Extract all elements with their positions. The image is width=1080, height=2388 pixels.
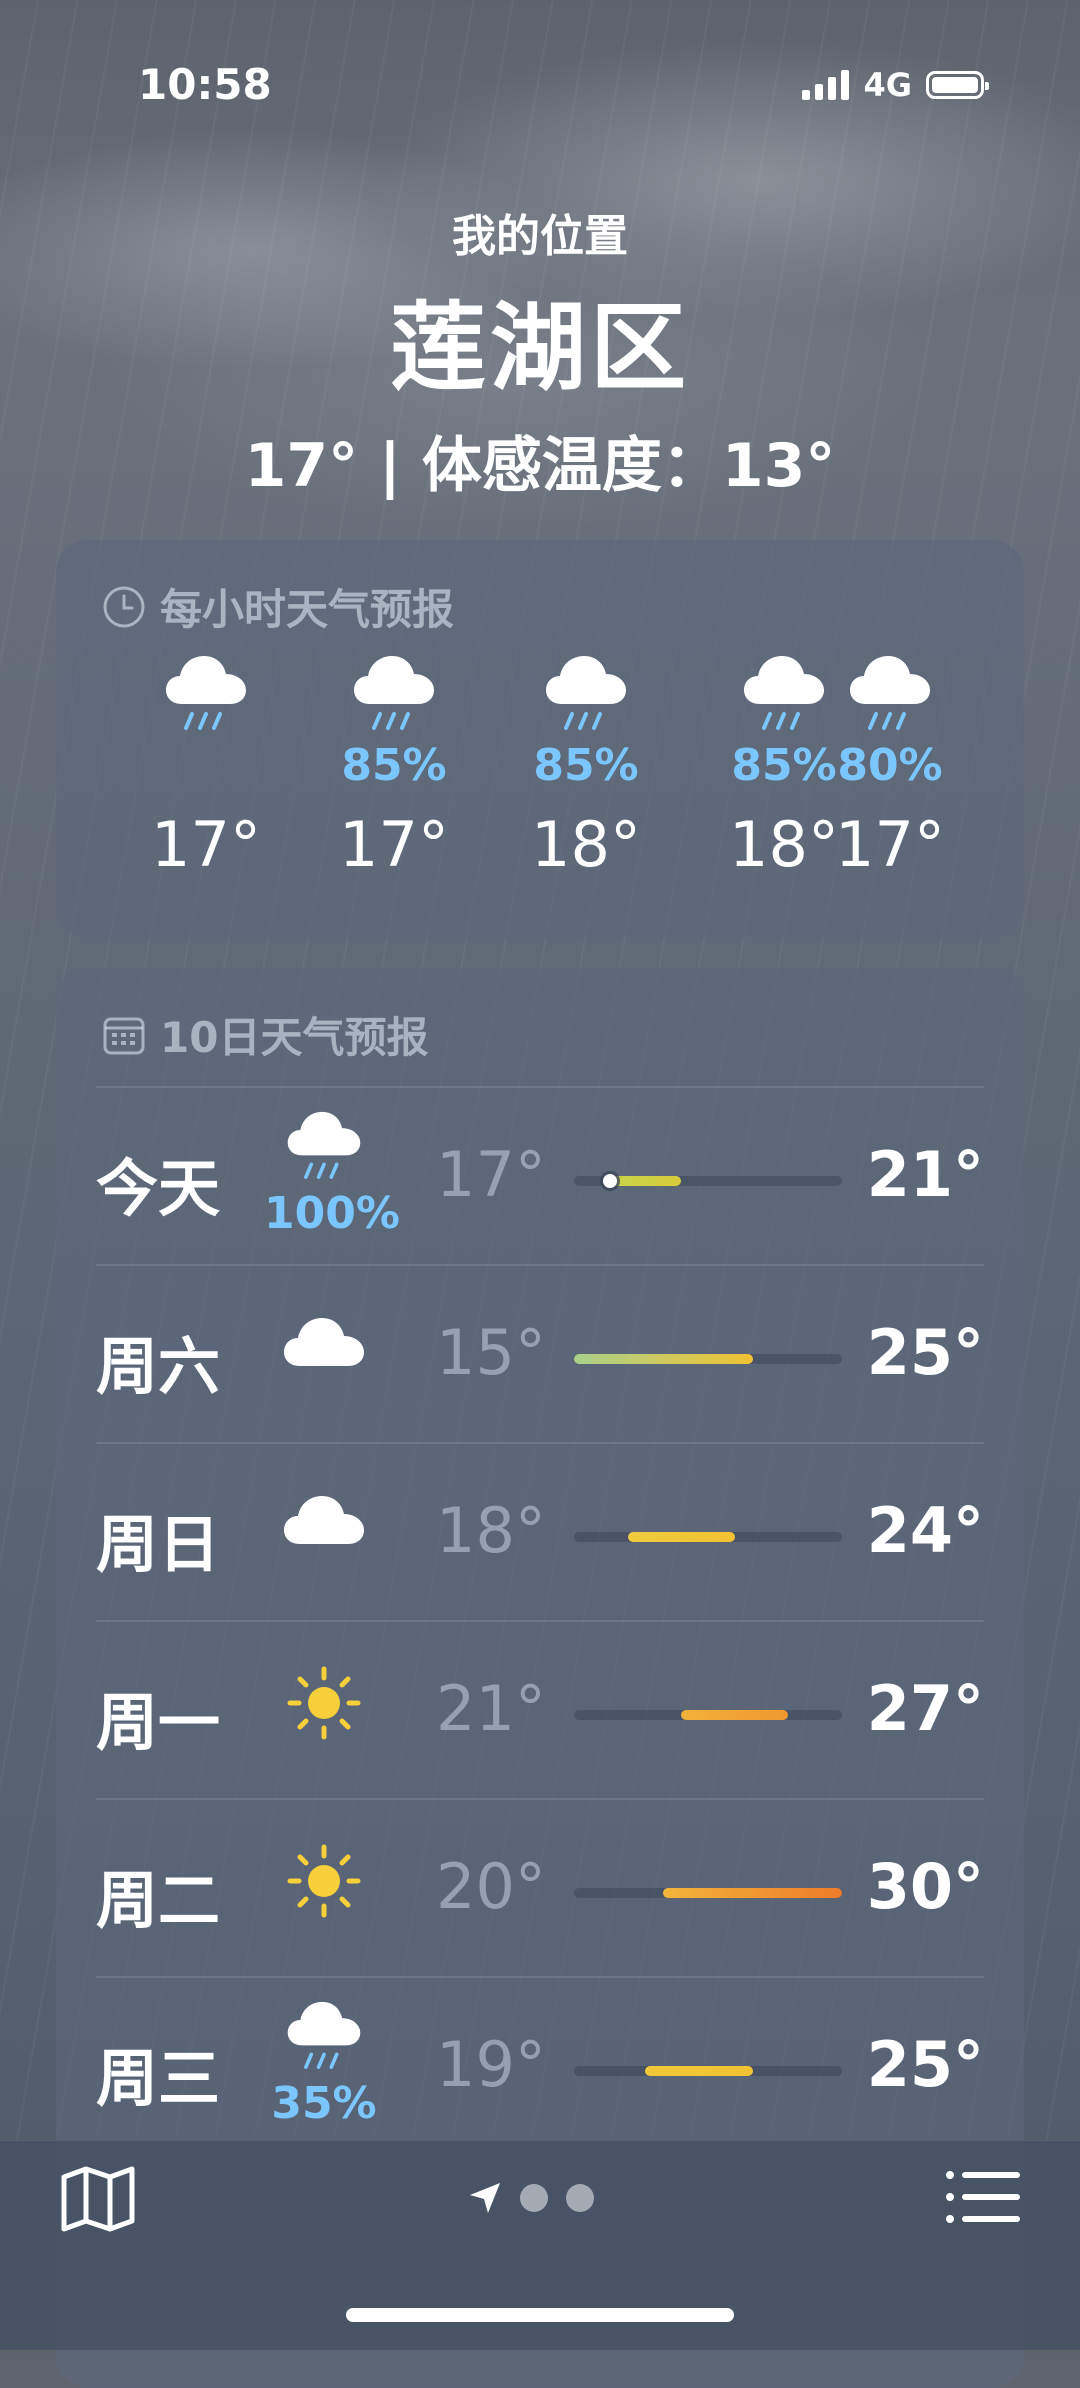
day-low: 17° — [436, 1138, 546, 1211]
temp-range-bar — [574, 1174, 842, 1188]
day-high: 24° — [866, 1494, 984, 1567]
day-high: 25° — [866, 1316, 984, 1389]
day-label: 周三 — [96, 2042, 221, 2115]
hour-item: 85% 18° — [496, 650, 676, 881]
day-label: 周一 — [96, 1686, 221, 1759]
day-high: 27° — [866, 1672, 984, 1745]
day-low: 18° — [436, 1494, 546, 1567]
daily-title-text: 10日天气预报 — [160, 1013, 429, 1062]
cellular-signal-icon — [802, 70, 850, 100]
day-row[interactable]: 周二 20° 30° — [96, 1798, 984, 1978]
day-row[interactable]: 周三 35% 19° 25° — [96, 1976, 984, 2156]
day-low: 20° — [436, 1850, 546, 1923]
cloud-icon — [264, 1492, 384, 1552]
temp-range-fill — [681, 1710, 789, 1720]
day-high: 21° — [866, 1138, 984, 1211]
location-arrow-icon — [470, 2183, 500, 2213]
hour-temp: 17° — [151, 808, 261, 881]
day-label: 周日 — [96, 1508, 221, 1581]
hour-precip: 85% — [533, 740, 639, 791]
network-type: 4G — [863, 66, 912, 104]
hour-item: 17° — [116, 650, 296, 881]
hour-precip: 80% — [837, 740, 943, 791]
city-name: 莲湖区 — [390, 292, 690, 404]
list-icon[interactable] — [942, 2167, 1022, 2227]
day-precip: 100% — [264, 1188, 400, 1239]
rain-cloud-icon: 100% — [264, 1110, 400, 1239]
day-row[interactable]: 周日 18° 24° — [96, 1442, 984, 1622]
current-temp-dot — [602, 1174, 617, 1188]
page-dot — [520, 2184, 548, 2212]
hourly-forecast-card[interactable]: 每小时天气预报 17° 85% 17° 85% 18° 85% 18° 80% … — [56, 540, 1024, 938]
day-row[interactable]: 今天 100% 17° 21° — [96, 1086, 984, 1266]
location-header: 我的位置 莲湖区 17° | 体感温度：13° — [0, 200, 1080, 504]
hour-precip — [116, 740, 296, 792]
hour-temp: 17° — [835, 808, 945, 881]
sun-icon — [264, 1844, 384, 1922]
map-icon[interactable] — [58, 2163, 138, 2235]
status-time: 10:58 — [138, 60, 272, 109]
temp-range-fill — [609, 1176, 682, 1186]
temp-range-bar — [574, 2066, 842, 2076]
location-label: 我的位置 — [452, 211, 628, 262]
rain-cloud-icon — [304, 650, 484, 740]
cloud-icon — [264, 1314, 384, 1374]
current-temperature: 17° | 体感温度：13° — [244, 431, 836, 501]
day-label: 周二 — [96, 1864, 221, 1937]
calendar-icon — [103, 1017, 145, 1054]
rain-cloud-icon — [800, 650, 980, 740]
sun-icon — [264, 1666, 384, 1744]
day-low: 15° — [436, 1316, 546, 1389]
temp-range-bar — [574, 1888, 842, 1898]
temp-range-fill — [574, 1354, 753, 1364]
day-high: 30° — [866, 1850, 984, 1923]
hour-precip: 85% — [341, 740, 447, 791]
status-right: 4G — [802, 66, 989, 104]
battery-icon — [926, 71, 989, 99]
temp-range-fill — [627, 1532, 735, 1542]
rain-cloud-icon — [496, 650, 676, 740]
day-low: 19° — [436, 2028, 546, 2101]
rain-cloud-icon: 35% — [264, 2000, 384, 2126]
hour-temp: 17° — [339, 808, 449, 881]
rain-cloud-icon — [116, 650, 296, 740]
day-row[interactable]: 周六 15° 25° — [96, 1264, 984, 1444]
day-label: 今天 — [96, 1152, 221, 1225]
clock-icon — [103, 586, 145, 627]
hourly-title-text: 每小时天气预报 — [160, 585, 455, 634]
day-high: 25° — [866, 2028, 984, 2101]
hour-temp: 18° — [531, 808, 641, 881]
hour-item: 85% 17° — [304, 650, 484, 881]
temp-range-fill — [663, 1888, 842, 1898]
temp-range-fill — [645, 2066, 753, 2076]
day-row[interactable]: 周一 21° 27° — [96, 1620, 984, 1800]
hourly-forecast-title: 每小时天气预报 — [102, 576, 454, 637]
temp-range-bar — [574, 1354, 842, 1364]
day-precip: 35% — [271, 2078, 377, 2129]
temp-range-bar — [574, 1532, 842, 1542]
temp-range-bar — [574, 1710, 842, 1720]
page-indicator[interactable] — [468, 2181, 594, 2215]
page-dot — [566, 2184, 594, 2212]
home-indicator — [346, 2308, 734, 2322]
day-low: 21° — [436, 1672, 546, 1745]
day-label: 周六 — [96, 1330, 221, 1403]
daily-forecast-title: 10日天气预报 — [102, 1004, 428, 1065]
status-bar: 10:58 4G — [0, 60, 1080, 120]
hour-item: 80% 17° — [800, 650, 980, 881]
